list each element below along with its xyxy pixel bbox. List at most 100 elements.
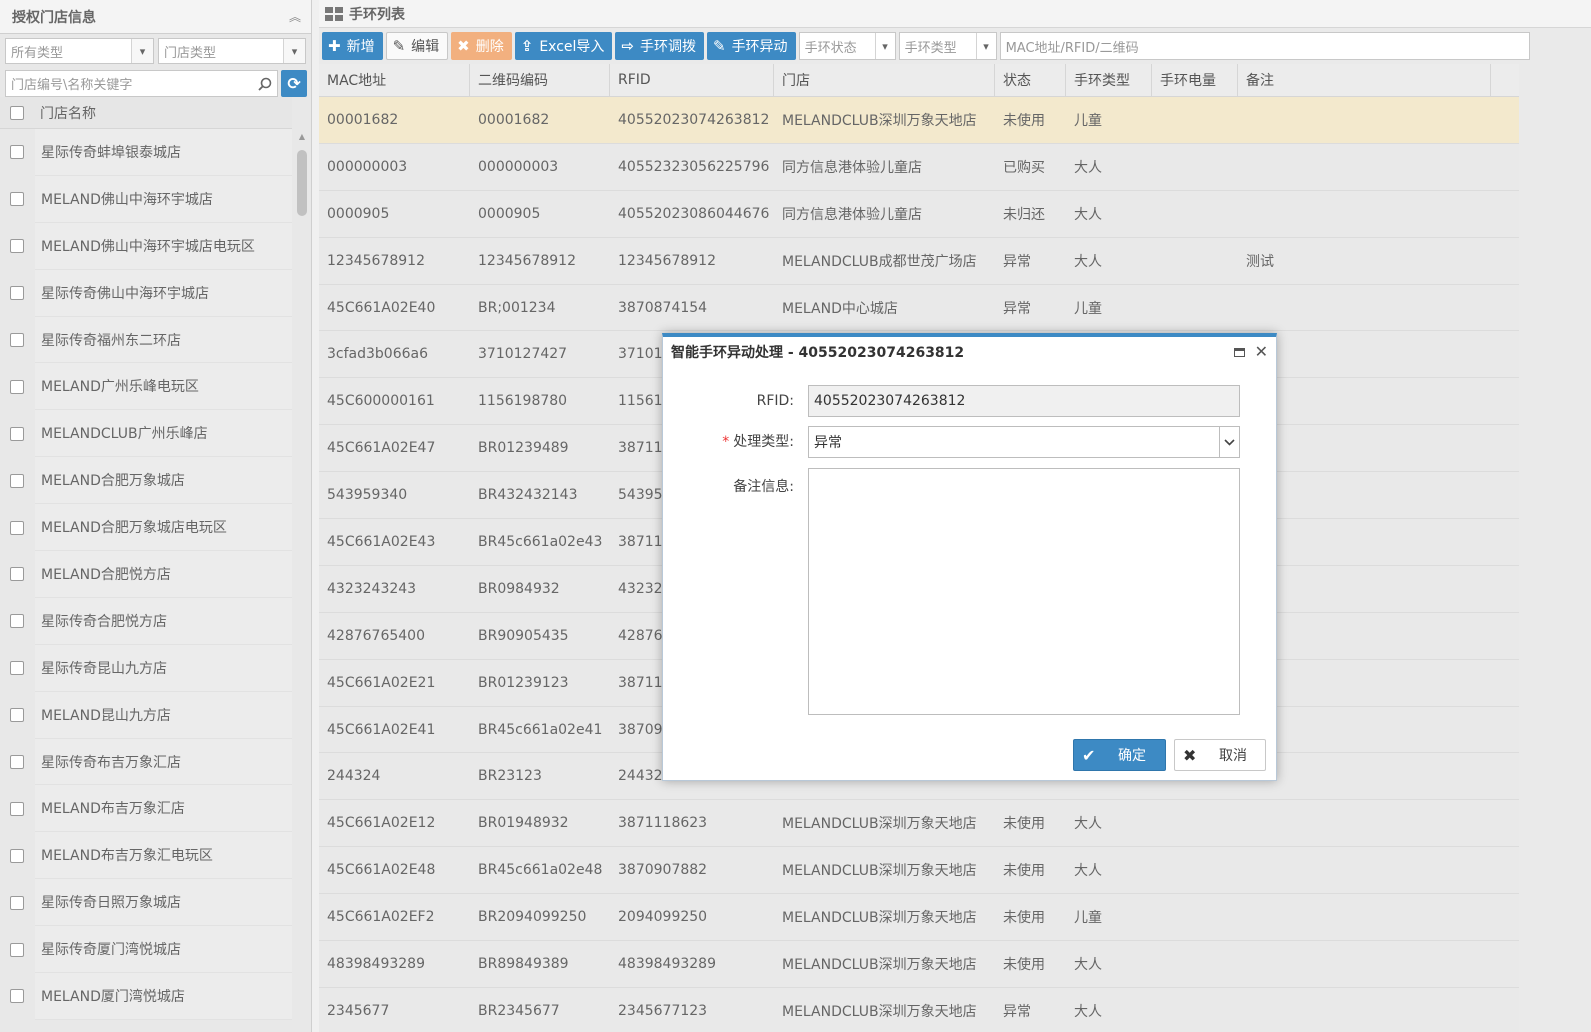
list-item[interactable]: MELAND合肥悦方店: [0, 551, 292, 598]
row-checkbox[interactable]: [10, 520, 24, 535]
row-checkbox[interactable]: [10, 708, 24, 723]
list-item[interactable]: MELAND布吉万象汇店: [0, 785, 292, 833]
list-item[interactable]: 星际传奇厦门湾悦城店: [0, 926, 292, 974]
row-checkbox[interactable]: [10, 567, 24, 582]
list-item[interactable]: MELAND合肥万象城店电玩区: [0, 504, 292, 552]
row-checkbox[interactable]: [10, 942, 24, 957]
anomaly-button-label: 手环异动: [731, 39, 788, 55]
store-search-placeholder: 门店编号\名称关键字: [11, 78, 133, 93]
delete-button[interactable]: ✖ 删除: [451, 32, 512, 60]
row-checkbox[interactable]: [10, 239, 24, 254]
cell-rfid: 40552323056225796: [618, 158, 770, 175]
cell-rfid: 48398493289: [618, 955, 716, 972]
scrollbar-thumb[interactable]: [297, 150, 307, 216]
row-checkbox[interactable]: [10, 661, 24, 676]
list-item[interactable]: MELANDCLUB广州乐峰店: [0, 410, 292, 458]
row-checkbox[interactable]: [10, 379, 24, 394]
edit-button[interactable]: ✎ 编辑: [385, 32, 449, 60]
row-checkbox[interactable]: [10, 989, 24, 1004]
mac-search-input[interactable]: MAC地址/RFID/二维码: [999, 32, 1530, 60]
row-checkbox[interactable]: [10, 192, 24, 207]
column-header-battery[interactable]: 手环电量: [1152, 64, 1238, 96]
list-item[interactable]: 星际传奇蚌埠银泰城店: [0, 129, 292, 176]
table-row[interactable]: 45C661A02E40 BR;001234 3870874154 MELAND中心城…: [319, 284, 1519, 332]
list-item[interactable]: 星际传奇福州东二环店: [0, 316, 292, 364]
row-checkbox[interactable]: [10, 426, 24, 441]
table-row[interactable]: 000000003 000000003 40552323056225796 同方信息港…: [319, 143, 1519, 191]
store-list-scrollbar[interactable]: ▲: [295, 130, 309, 1030]
type-filter-value: 所有类型: [11, 45, 64, 61]
column-header-store[interactable]: 门店: [774, 64, 995, 96]
row-checkbox[interactable]: [10, 333, 24, 347]
cell-qr: 000000003: [478, 158, 559, 175]
type-select[interactable]: 异常: [808, 426, 1240, 458]
table-row[interactable]: 45C661A02E48 BR45c661a02e48 3870907882 MELA…: [319, 847, 1519, 895]
note-textarea[interactable]: [808, 468, 1240, 715]
list-item[interactable]: 星际传奇合肥悦方店: [0, 597, 292, 645]
list-item[interactable]: MELAND佛山中海环宇城店电玩区: [0, 222, 292, 270]
row-checkbox[interactable]: [10, 801, 24, 816]
table-row[interactable]: 2345677 BR2345677 2345677123 MELANDCLUB深圳万象…: [319, 987, 1519, 1032]
store-type-filter-select[interactable]: 门店类型 ▾: [158, 38, 306, 64]
type-filter-select[interactable]: 手环类型 ▾: [898, 32, 997, 60]
transfer-button[interactable]: ⇨ 手环调拨: [615, 32, 704, 60]
list-item[interactable]: MELAND厦门湾悦城店: [0, 973, 292, 1020]
row-checkbox[interactable]: [10, 145, 24, 160]
column-header-rfid[interactable]: RFID: [610, 64, 774, 96]
table-row[interactable]: 00001682 00001682 40552023074263812 MELANDC…: [319, 97, 1519, 144]
row-checkbox[interactable]: [10, 286, 24, 301]
cell-type: 大人: [1074, 253, 1102, 270]
close-icon[interactable]: ✕: [1255, 344, 1268, 360]
cell-mac: 45C661A02E21: [327, 674, 436, 691]
list-item[interactable]: MELAND合肥万象城店: [0, 457, 292, 505]
chevron-down-icon[interactable]: [1219, 427, 1239, 457]
list-item[interactable]: 星际传奇布吉万象汇店: [0, 738, 292, 786]
cell-note: [1238, 191, 1491, 237]
list-item[interactable]: MELAND布吉万象汇电玩区: [0, 832, 292, 880]
chevron-down-icon[interactable]: ▾: [131, 39, 153, 63]
list-item[interactable]: MELAND佛山中海环宇城店: [0, 175, 292, 223]
rfid-field[interactable]: 40552023074263812: [808, 385, 1240, 417]
table-row[interactable]: 45C661A02E12 BR01948932 3871118623 MELANDCL…: [319, 800, 1519, 848]
row-checkbox[interactable]: [10, 614, 24, 629]
row-checkbox[interactable]: [10, 755, 24, 770]
list-item[interactable]: 星际传奇昆山九方店: [0, 644, 292, 692]
select-all-checkbox[interactable]: [10, 105, 24, 120]
column-header-mac[interactable]: MAC地址: [319, 64, 470, 96]
search-icon[interactable]: [253, 71, 277, 96]
confirm-button[interactable]: ✔ 确定: [1073, 739, 1166, 771]
column-header-status[interactable]: 状态: [995, 64, 1066, 96]
maximize-icon[interactable]: [1233, 347, 1245, 357]
excel-import-button[interactable]: ⇪ Excel导入: [514, 32, 613, 60]
cancel-button[interactable]: ✖ 取消: [1174, 739, 1266, 771]
collapse-icon[interactable]: ︽: [289, 8, 301, 25]
row-checkbox[interactable]: [10, 848, 24, 863]
list-item[interactable]: MELAND昆山九方店: [0, 691, 292, 739]
column-header-type[interactable]: 手环类型: [1066, 64, 1152, 96]
cell-rfid: 40552023074263812: [618, 111, 770, 128]
chevron-down-icon[interactable]: ▾: [874, 33, 895, 59]
cell-rfid: 3871118623: [618, 815, 708, 832]
table-row[interactable]: 0000905 0000905 40552023086044676 同方信息港体验儿童…: [319, 190, 1519, 238]
status-filter-select[interactable]: 手环状态 ▾: [798, 32, 896, 60]
table-row[interactable]: 12345678912 12345678912 12345678912 MELANDC…: [319, 237, 1519, 285]
list-item[interactable]: 星际传奇佛山中海环宇城店: [0, 269, 292, 317]
store-name: MELAND合肥悦方店: [35, 551, 292, 598]
table-row[interactable]: 48398493289 BR89849389 48398493289 MELANDCL…: [319, 941, 1519, 988]
chevron-down-icon[interactable]: ▾: [975, 33, 996, 59]
scroll-up-icon[interactable]: ▲: [295, 130, 309, 144]
column-header-qr[interactable]: 二维码编码: [470, 64, 610, 96]
chevron-down-icon[interactable]: ▾: [283, 39, 305, 63]
row-checkbox[interactable]: [10, 473, 24, 488]
list-item[interactable]: MELAND广州乐峰电玩区: [0, 363, 292, 411]
refresh-button[interactable]: ⟳: [281, 70, 307, 97]
row-checkbox[interactable]: [10, 895, 24, 910]
add-button[interactable]: ✚ 新增: [322, 32, 383, 60]
anomaly-button[interactable]: ✎ 手环异动: [706, 32, 796, 60]
store-search-input[interactable]: 门店编号\名称关键字: [5, 70, 279, 97]
list-item[interactable]: 星际传奇日照万象城店: [0, 879, 292, 927]
table-row[interactable]: 45C661A02EF2 BR2094099250 2094099250 MELAND…: [319, 894, 1519, 942]
type-filter-select[interactable]: 所有类型 ▾: [5, 38, 154, 64]
column-header-note[interactable]: 备注: [1238, 64, 1491, 96]
store-name: MELAND布吉万象汇电玩区: [35, 832, 292, 880]
